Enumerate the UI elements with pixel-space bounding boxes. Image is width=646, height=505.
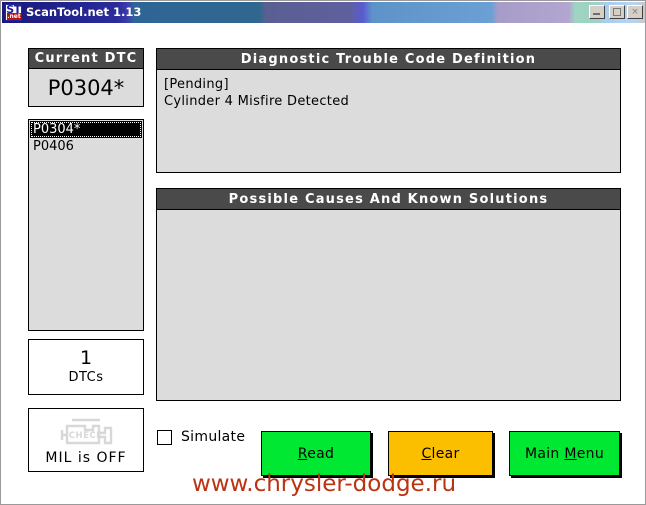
application-window: ST .net ScanTool.net 1.13 × Current DTC …	[0, 0, 646, 505]
dtc-count-label: DTCs	[68, 370, 104, 385]
mil-status-label: MIL is OFF	[45, 449, 127, 466]
mil-status-panel: CHECK MIL is OFF	[28, 408, 144, 472]
dtc-definition-text: [Pending] Cylinder 4 Misfire Detected	[164, 77, 350, 109]
close-button[interactable]: ×	[627, 5, 643, 19]
app-icon-secondary-text: .net	[7, 13, 21, 20]
main-menu-button-label: Main Menu	[524, 445, 605, 462]
current-dtc-header: Current DTC	[28, 48, 144, 69]
read-button[interactable]: Read	[261, 431, 371, 476]
watermark-text: www.chrysler-dodge.ru	[191, 471, 457, 497]
current-dtc-panel: P0304*	[28, 69, 144, 107]
svg-text:CHECK: CHECK	[69, 431, 103, 441]
simulate-label: Simulate	[181, 429, 246, 445]
title-bar[interactable]: ST .net ScanTool.net 1.13 ×	[2, 2, 645, 23]
dtc-definition-panel: [Pending] Cylinder 4 Misfire Detected	[156, 70, 621, 173]
maximize-button[interactable]	[609, 5, 625, 19]
list-item[interactable]: P0304*	[30, 121, 142, 138]
clear-button-label: Clear	[421, 445, 460, 462]
main-menu-button[interactable]: Main Menu	[509, 431, 620, 476]
simulate-row[interactable]: Simulate	[157, 429, 245, 445]
dtc-count-number: 1	[79, 347, 93, 369]
dtc-list[interactable]: P0304* P0406	[28, 119, 144, 331]
window-title: ScanTool.net 1.13	[26, 5, 142, 19]
read-button-label: Read	[297, 445, 335, 462]
minimize-button[interactable]	[589, 5, 605, 19]
dtc-count-panel: 1 DTCs	[28, 339, 144, 395]
list-item[interactable]: P0406	[30, 138, 142, 155]
current-dtc-value: P0304*	[47, 75, 125, 100]
maximize-icon	[613, 8, 621, 16]
dtc-definition-header: Diagnostic Trouble Code Definition	[156, 48, 621, 70]
possible-causes-panel	[156, 210, 621, 401]
close-icon: ×	[631, 6, 639, 17]
clear-button[interactable]: Clear	[388, 431, 493, 476]
simulate-checkbox[interactable]	[157, 429, 172, 445]
window-controls: ×	[589, 5, 643, 19]
minimize-icon	[593, 13, 600, 15]
check-engine-icon: CHECK	[55, 416, 117, 448]
scantool-app-icon: ST .net	[5, 4, 22, 21]
possible-causes-header: Possible Causes And Known Solutions	[156, 188, 621, 210]
